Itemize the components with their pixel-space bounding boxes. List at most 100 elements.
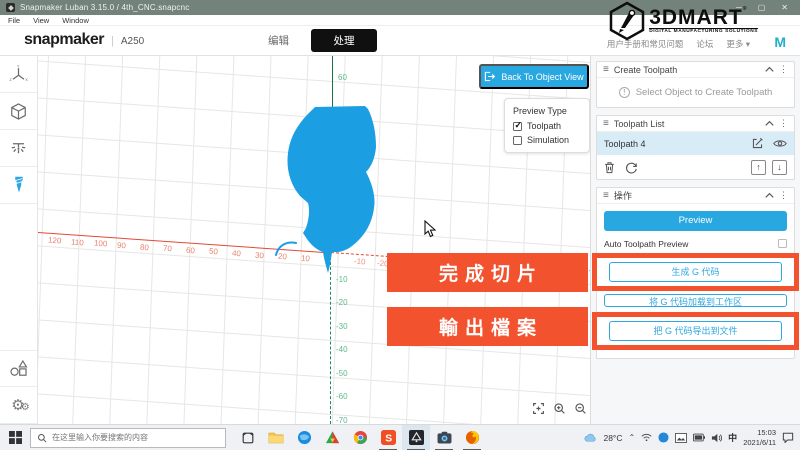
notification-center-icon[interactable]: [782, 432, 794, 443]
edit-toolpath-icon[interactable]: [751, 137, 764, 150]
watermark-subtitle: DIGITAL MANUFACTURING SOLUTIONS: [649, 28, 758, 35]
y-axis-negative-line: [330, 252, 331, 424]
toolpath-list-title: Toolpath List: [614, 119, 665, 129]
section-menu-icon[interactable]: ⋮: [779, 190, 788, 201]
windows-logo-icon: [9, 431, 22, 444]
laser-icon: [9, 139, 28, 158]
back-to-object-view-button[interactable]: Back To Object View: [479, 64, 589, 89]
shapes-icon: [9, 359, 28, 378]
zoom-out-icon[interactable]: [574, 402, 587, 415]
x-axis-tick-label: 100: [94, 239, 108, 249]
battery-icon[interactable]: [693, 433, 705, 442]
svg-text:X: X: [25, 76, 28, 81]
x-axis-tick-label: 20: [278, 252, 288, 262]
sidebar-item-cnc[interactable]: [0, 167, 37, 204]
menu-window[interactable]: Window: [62, 16, 89, 25]
refresh-toolpath-icon[interactable]: [625, 161, 638, 174]
file-explorer-button[interactable]: [262, 425, 290, 450]
x-axis-tick-label: 70: [163, 244, 173, 254]
operations-title: 操作: [614, 189, 632, 202]
toolpath-list-toolbar: ↑ ↓: [597, 155, 794, 179]
y-axis-tick-label: -50: [336, 369, 348, 378]
cnc-bit-icon: [10, 175, 28, 195]
highlight-box-generate-gcode: 生成 G 代码: [592, 253, 799, 291]
preview-button[interactable]: Preview: [604, 211, 787, 231]
tab-process[interactable]: 处理: [311, 29, 377, 52]
snagit-icon: S: [381, 430, 396, 445]
axes-icon: Y X Z: [9, 65, 28, 84]
y-axis-tick-label: 60: [338, 73, 347, 82]
chrome-button[interactable]: [346, 425, 374, 450]
x-axis-tick-label: -10: [354, 257, 366, 267]
toggle-visibility-icon[interactable]: [773, 138, 787, 149]
gear-icon: ⚙⚙: [11, 396, 25, 414]
move-toolpath-up-button[interactable]: ↑: [751, 160, 766, 175]
snapmaker-luban-window: Snapmaker Luban 3.15.0 / 4th_CNC.snapcnc…: [0, 0, 800, 450]
generate-gcode-button[interactable]: 生成 G 代码: [609, 262, 782, 282]
sidebar-item-settings[interactable]: ⚙⚙: [0, 387, 37, 424]
preview-option-simulation[interactable]: Simulation: [513, 135, 581, 145]
firefox-icon: [465, 430, 480, 445]
move-toolpath-down-button[interactable]: ↓: [772, 160, 787, 175]
y-axis-tick-label: -60: [336, 392, 348, 401]
drag-handle-icon[interactable]: ≡: [603, 64, 609, 75]
onedrive-icon[interactable]: [658, 432, 669, 443]
taskbar-search-box[interactable]: [30, 428, 226, 448]
clock-time: 15:03: [743, 428, 776, 437]
taskbar-clock[interactable]: 15:03 2021/6/11: [743, 428, 776, 447]
collapse-chevron-icon[interactable]: [765, 192, 774, 199]
menu-view[interactable]: View: [33, 16, 49, 25]
sidebar-item-case-library[interactable]: [0, 350, 37, 387]
menu-file[interactable]: File: [8, 16, 20, 25]
close-button[interactable]: ✕: [781, 3, 788, 12]
firefox-button[interactable]: [458, 425, 486, 450]
auto-toolpath-preview-checkbox[interactable]: [778, 239, 787, 248]
chrome-icon: [353, 430, 368, 445]
tray-overflow-chevron[interactable]: ⌃: [628, 433, 635, 442]
drag-handle-icon[interactable]: ≡: [603, 190, 609, 201]
search-input[interactable]: [52, 433, 212, 442]
media-app-button[interactable]: [318, 425, 346, 450]
checkbox-icon[interactable]: [513, 122, 522, 131]
x-axis-tick-label: 40: [232, 249, 242, 259]
ime-indicator[interactable]: 中: [728, 431, 737, 444]
load-gcode-to-workspace-button[interactable]: 将 G 代码加载到工作区: [604, 294, 787, 307]
snapmaker-luban-button[interactable]: [402, 425, 430, 450]
volume-icon[interactable]: [711, 433, 722, 443]
network-icon[interactable]: [641, 433, 652, 442]
checkbox-icon[interactable]: [513, 136, 522, 145]
section-menu-icon[interactable]: ⋮: [779, 64, 788, 75]
zoom-in-icon[interactable]: [553, 402, 566, 415]
sidebar-item-3d-printing[interactable]: [0, 93, 37, 130]
preview-option-label: Toolpath: [527, 121, 561, 131]
folder-icon: [268, 431, 284, 444]
maximize-button[interactable]: ▢: [758, 3, 766, 12]
capture-app-button[interactable]: [430, 425, 458, 450]
collapse-chevron-icon[interactable]: [765, 66, 774, 73]
tab-edit[interactable]: 编辑: [268, 33, 289, 48]
photo-viewer-icon[interactable]: [675, 433, 687, 443]
fit-view-icon[interactable]: [532, 402, 545, 415]
sidebar-item-laser[interactable]: [0, 130, 37, 167]
weather-temperature[interactable]: 28°C: [603, 433, 622, 443]
section-menu-icon[interactable]: ⋮: [779, 118, 788, 129]
create-toolpath-title: Create Toolpath: [614, 65, 677, 75]
collapse-chevron-icon[interactable]: [765, 120, 774, 127]
delete-toolpath-icon[interactable]: [604, 161, 615, 174]
snagit-button[interactable]: S: [374, 425, 402, 450]
auto-toolpath-preview-label: Auto Toolpath Preview: [604, 239, 778, 249]
browser-app-button[interactable]: [290, 425, 318, 450]
export-gcode-to-file-button[interactable]: 把 G 代码导出到文件: [609, 321, 782, 341]
preview-canvas[interactable]: 130120110100908070605040302010-10-207060…: [38, 56, 590, 424]
drag-handle-icon[interactable]: ≡: [603, 118, 609, 129]
y-axis-tick-label: -70: [336, 416, 348, 425]
task-view-button[interactable]: [234, 425, 262, 450]
cube-icon: [9, 102, 28, 121]
preview-option-toolpath[interactable]: Toolpath: [513, 121, 581, 131]
toolpath-list-item[interactable]: Toolpath 4: [597, 132, 794, 155]
start-button[interactable]: [0, 425, 30, 450]
annotation-finish-slicing: 完成切片: [387, 253, 588, 292]
search-icon: [37, 433, 47, 443]
sidebar-item-workspace[interactable]: Y X Z: [0, 56, 37, 93]
snapmaker-logo: snapmaker: [24, 31, 104, 49]
